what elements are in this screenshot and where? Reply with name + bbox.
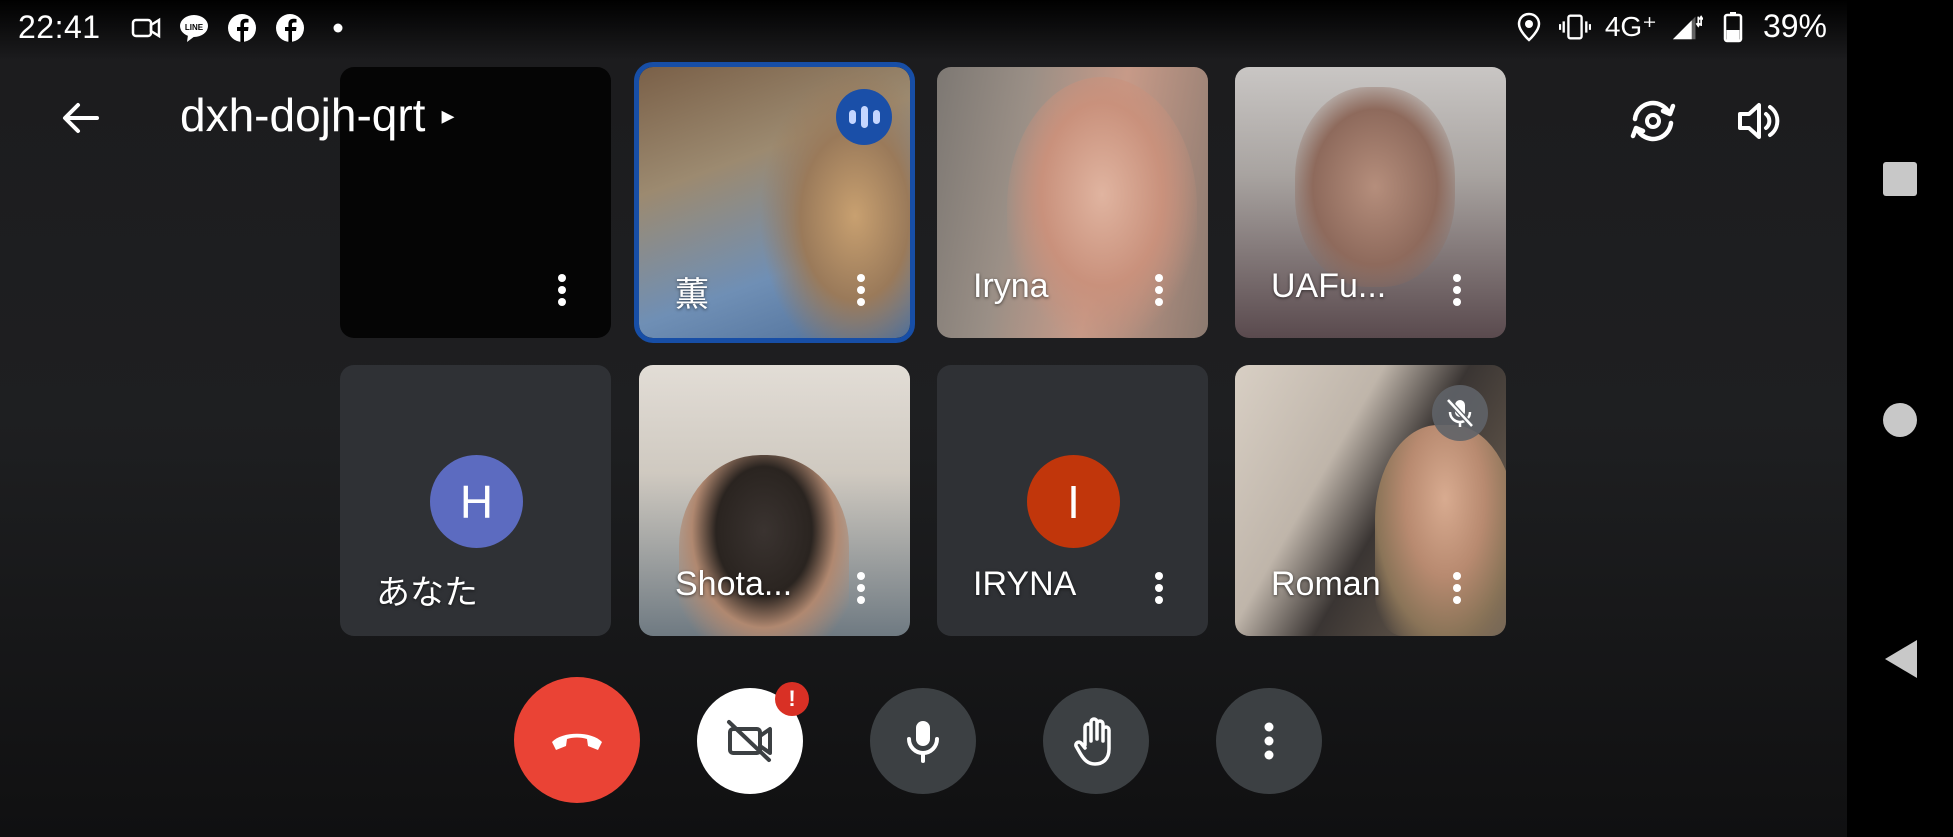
battery-icon <box>1717 11 1749 43</box>
participant-name: Iryna <box>973 267 1049 305</box>
vibrate-icon <box>1558 11 1591 43</box>
avatar: H <box>430 455 523 548</box>
signal-icon <box>1671 11 1703 43</box>
more-vert-icon[interactable] <box>839 563 883 613</box>
participant-video <box>1295 87 1455 287</box>
participant-tile[interactable]: UAFu... <box>1235 67 1506 338</box>
more-vert-icon[interactable] <box>1435 563 1479 613</box>
home-button[interactable] <box>1880 400 1920 440</box>
participant-tile[interactable]: Iryna <box>937 67 1208 338</box>
participant-tile-self[interactable]: H あなた <box>340 365 611 636</box>
participant-name: Roman <box>1271 565 1381 603</box>
participant-name: Shota... <box>675 565 793 603</box>
more-options-button[interactable] <box>1216 688 1322 794</box>
end-call-icon <box>552 733 602 750</box>
switch-camera-button[interactable] <box>1622 90 1684 152</box>
battery-percent: 39% <box>1762 8 1827 44</box>
svg-text:LINE: LINE <box>185 23 204 32</box>
participant-name: UAFu... <box>1271 267 1387 305</box>
status-bar: 22:41 LINE 4G⁺ 39% <box>0 0 1847 54</box>
avatar: I <box>1027 455 1120 548</box>
caret-right-icon: ▸ <box>441 99 455 130</box>
location-icon <box>1513 11 1545 43</box>
raise-hand-button[interactable] <box>1043 688 1149 794</box>
switch-camera-icon <box>1630 100 1676 142</box>
warning-badge: ! <box>775 682 809 716</box>
participant-name: 薫 <box>675 276 709 314</box>
end-call-button[interactable] <box>514 677 640 803</box>
dot-icon <box>322 12 354 44</box>
more-vert-icon[interactable] <box>1435 265 1479 315</box>
participant-tile[interactable]: Roman <box>1235 365 1506 636</box>
video-camera-icon <box>130 12 162 44</box>
volume-up-icon <box>1738 103 1780 139</box>
meeting-code[interactable]: dxh-dojh-qrt ▸ <box>180 88 455 142</box>
recent-apps-button[interactable] <box>1881 160 1919 198</box>
speaking-indicator-icon <box>836 89 892 145</box>
mic-off-icon <box>1432 385 1488 441</box>
facebook-icon <box>274 12 306 44</box>
camera-toggle-button[interactable]: ! <box>697 682 809 794</box>
line-app-icon: LINE <box>178 12 210 44</box>
participant-name: IRYNA <box>973 565 1077 603</box>
network-type: 4G⁺ <box>1604 11 1657 42</box>
arrow-back-icon <box>63 103 99 133</box>
more-vert-icon[interactable] <box>1137 265 1181 315</box>
camera-off-icon <box>727 720 772 762</box>
square-icon <box>1883 162 1917 196</box>
more-vert-icon[interactable] <box>1137 563 1181 613</box>
more-vert-icon[interactable] <box>839 265 883 315</box>
back-button[interactable] <box>52 90 108 146</box>
participant-tile[interactable]: I IRYNA <box>937 365 1208 636</box>
speaker-button[interactable] <box>1727 90 1789 152</box>
system-navigation-bar <box>1847 0 1953 837</box>
meet-screen: 22:41 LINE 4G⁺ 39% dxh-dojh-qrt ▸ 薫 Iryn… <box>0 0 1847 837</box>
microphone-button[interactable] <box>870 688 976 794</box>
status-time: 22:41 <box>18 9 101 45</box>
meeting-code-text: dxh-dojh-qrt <box>180 89 426 141</box>
more-vert-icon[interactable] <box>540 265 584 315</box>
more-vert-icon <box>1264 722 1274 760</box>
participant-video <box>679 455 849 636</box>
participant-tile-active-speaker[interactable]: 薫 <box>634 62 915 343</box>
back-nav-button[interactable] <box>1881 638 1921 680</box>
participant-tile[interactable]: Shota... <box>639 365 910 636</box>
triangle-back-icon <box>1885 640 1917 678</box>
raise-hand-icon <box>1074 717 1111 766</box>
facebook-icon <box>226 12 258 44</box>
participant-name: あなた <box>376 574 478 612</box>
circle-icon <box>1883 403 1917 437</box>
microphone-icon <box>907 721 939 763</box>
